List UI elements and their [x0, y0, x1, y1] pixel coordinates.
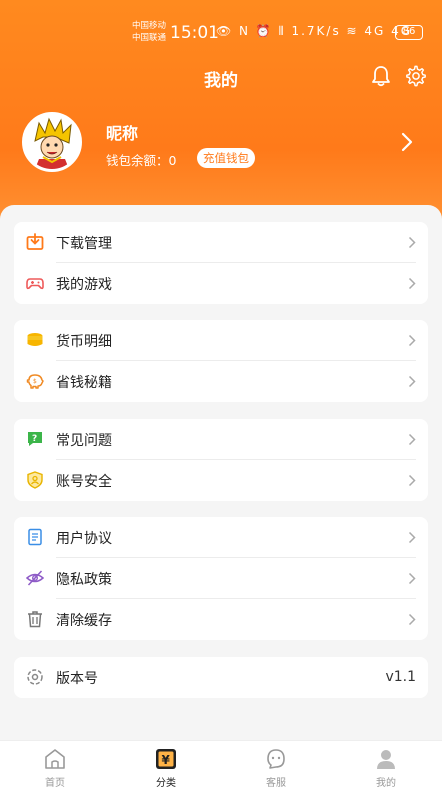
piggy-bank-icon: $ [26, 374, 44, 389]
menu-label: 货币明细 [56, 334, 112, 350]
recharge-wallet-button[interactable]: 充值钱包 [197, 148, 255, 168]
menu-card-help: ? 常见问题 账号安全 [14, 419, 428, 501]
tab-service[interactable]: 客服 [246, 745, 306, 791]
chevron-right-icon [408, 236, 416, 249]
menu-label: 我的游戏 [56, 277, 112, 293]
battery-indicator: 86 [395, 25, 423, 40]
menu-item-version: 版本号 v1.1 [14, 657, 428, 698]
menu-card-legal: 用户协议 隐私政策 清除缓存 [14, 517, 428, 640]
download-icon [26, 233, 44, 250]
menu-label: 省钱秘籍 [56, 375, 112, 391]
menu-item-download[interactable]: 下载管理 [14, 222, 428, 263]
gamepad-icon [26, 278, 44, 290]
menu-item-security[interactable]: 账号安全 [14, 460, 428, 501]
home-icon [45, 749, 65, 769]
document-icon [28, 528, 42, 546]
menu-item-my-games[interactable]: 我的游戏 [14, 263, 428, 304]
bottom-tab-bar: 首页 ¥ 分类 客服 我的 [0, 740, 442, 792]
menu-item-currency[interactable]: 货币明细 [14, 320, 428, 361]
tab-category[interactable]: ¥ 分类 [136, 745, 196, 791]
tab-label: 首页 [45, 778, 65, 789]
svg-text:¥: ¥ [162, 753, 171, 767]
menu-item-agreement[interactable]: 用户协议 [14, 517, 428, 558]
status-icons: 👁 N ⏰ ⫴ 1.7K/s ≋ 4G 4G [216, 24, 413, 38]
carrier-1: 中国移动 [132, 21, 167, 31]
tab-label: 分类 [156, 778, 176, 789]
user-icon [377, 750, 395, 769]
chevron-right-icon [408, 474, 416, 487]
carrier-2: 中国联通 [132, 33, 167, 43]
tab-label: 我的 [376, 778, 396, 789]
service-icon [267, 749, 285, 769]
chevron-right-icon [408, 277, 416, 290]
menu-label: 隐私政策 [56, 572, 112, 588]
chevron-right-icon [408, 613, 416, 626]
gear-icon[interactable] [405, 65, 427, 87]
menu-item-faq[interactable]: ? 常见问题 [14, 419, 428, 460]
menu-label: 账号安全 [56, 474, 112, 490]
svg-text:?: ? [32, 434, 37, 444]
menu-label: 下载管理 [56, 236, 112, 252]
menu-label: 版本号 [56, 671, 98, 687]
tab-label: 客服 [266, 778, 286, 789]
chevron-right-icon [408, 531, 416, 544]
chevron-right-icon [408, 375, 416, 388]
eye-off-icon [26, 570, 44, 586]
menu-label: 用户协议 [56, 531, 112, 547]
menu-card-downloads: 下载管理 我的游戏 [14, 222, 428, 304]
question-icon: ? [28, 432, 42, 446]
bell-icon[interactable] [371, 65, 391, 87]
chevron-right-icon [408, 334, 416, 347]
svg-text:$: $ [33, 378, 37, 385]
menu-label: 清除缓存 [56, 613, 112, 629]
version-value: v1.1 [385, 669, 416, 685]
menu-card-version: 版本号 v1.1 [14, 657, 428, 698]
clock: 15:01 [170, 23, 219, 43]
wallet-balance: 钱包余额：0 [106, 153, 177, 168]
tab-mine[interactable]: 我的 [356, 745, 416, 791]
shield-icon [27, 471, 43, 489]
avatar-image [25, 115, 79, 169]
status-bar: 中国移动 中国联通 15:01 👁 N ⏰ ⫴ 1.7K/s ≋ 4G 4G 8… [0, 18, 442, 48]
tab-home[interactable]: 首页 [25, 745, 85, 791]
chevron-right-icon[interactable] [400, 132, 414, 152]
chevron-right-icon [408, 572, 416, 585]
coin-icon [27, 333, 43, 346]
avatar[interactable] [22, 112, 82, 172]
chevron-right-icon [408, 433, 416, 446]
menu-card-money: 货币明细 $ 省钱秘籍 [14, 320, 428, 402]
carrier-info: 中国移动 中国联通 [132, 20, 166, 44]
menu-label: 常见问题 [56, 433, 112, 449]
category-icon: ¥ [156, 749, 176, 769]
menu-item-clear-cache[interactable]: 清除缓存 [14, 599, 428, 640]
menu-area: 下载管理 我的游戏 货币明细 $ 省钱秘籍 ? 常见问题 账号安全 用户协议 隐… [0, 205, 442, 745]
menu-item-privacy[interactable]: 隐私政策 [14, 558, 428, 599]
version-icon [27, 669, 43, 685]
trash-icon [28, 611, 42, 628]
nickname[interactable]: 昵称 [106, 120, 138, 144]
menu-item-savings[interactable]: $ 省钱秘籍 [14, 361, 428, 402]
